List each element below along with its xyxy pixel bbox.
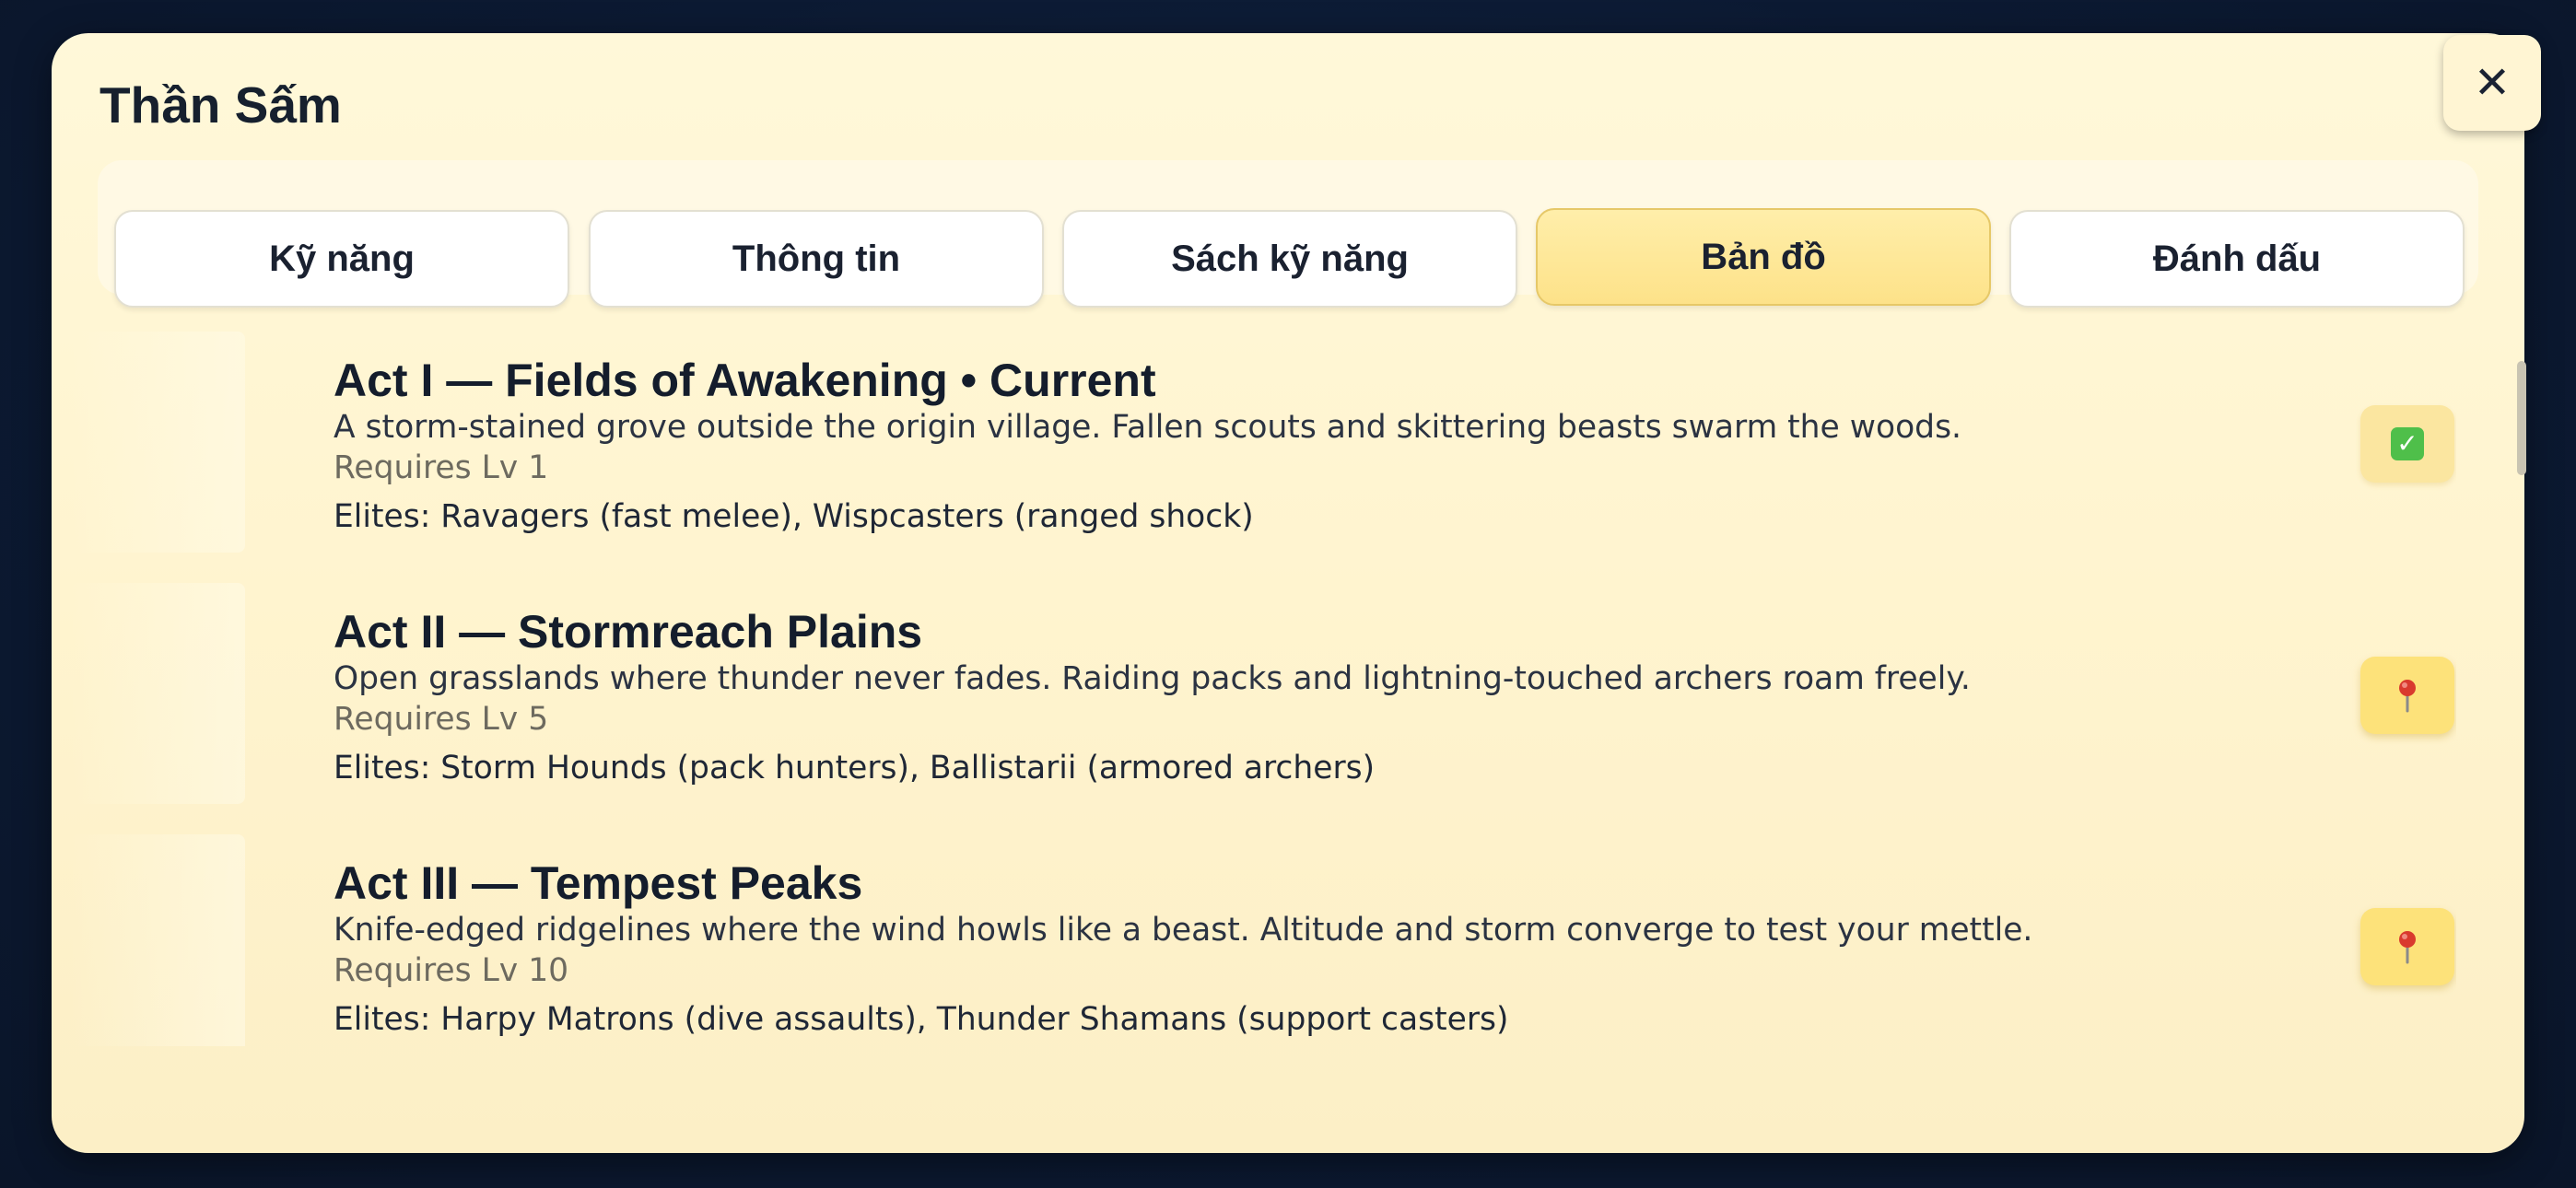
act-title: Act I — Fields of Awakening • Current	[334, 355, 1156, 406]
act-list: Act I — Fields of Awakening • Current A …	[70, 291, 2456, 1046]
tab-bar: Kỹ năng Thông tin Sách kỹ năng Bản đồ Đá…	[98, 160, 2478, 308]
dialog-title: Thần Sấm	[100, 76, 342, 134]
act-row: Act II — Stormreach Plains Open grasslan…	[70, 542, 2456, 804]
act-requirement: Requires Lv 1	[334, 449, 549, 486]
act-description: Open grasslands where thunder never fade…	[334, 660, 1971, 697]
act-row: Act III — Tempest Peaks Knife-edged ridg…	[70, 794, 2456, 1046]
current-act-button[interactable]: ✓	[2360, 405, 2454, 483]
list-scrollbar[interactable]	[2517, 361, 2526, 475]
close-button[interactable]: ✕	[2443, 35, 2541, 131]
check-mark-icon: ✓	[2391, 427, 2424, 460]
act-title: Act II — Stormreach Plains	[334, 606, 923, 658]
act-requirement: Requires Lv 10	[334, 952, 569, 989]
act-elites: Elites: Harpy Matrons (dive assaults), T…	[334, 1001, 1509, 1038]
act-thumbnail	[70, 834, 245, 1046]
travel-button[interactable]	[2360, 908, 2454, 985]
act-title: Act III — Tempest Peaks	[334, 857, 863, 909]
act-description: Knife-edged ridgelines where the wind ho…	[334, 912, 2033, 949]
map-pin-icon	[2399, 680, 2416, 713]
act-thumbnail	[70, 332, 245, 553]
act-requirement: Requires Lv 5	[334, 701, 549, 738]
act-description: A storm-stained grove outside the origin…	[334, 409, 1962, 446]
act-thumbnail	[70, 583, 245, 804]
travel-button[interactable]	[2360, 657, 2454, 734]
act-elites: Elites: Storm Hounds (pack hunters), Bal…	[334, 750, 1376, 786]
act-elites: Elites: Ravagers (fast melee), Wispcaste…	[334, 498, 1254, 535]
map-pin-icon	[2399, 931, 2416, 964]
close-icon: ✕	[2473, 57, 2512, 109]
act-row: Act I — Fields of Awakening • Current A …	[70, 291, 2456, 553]
